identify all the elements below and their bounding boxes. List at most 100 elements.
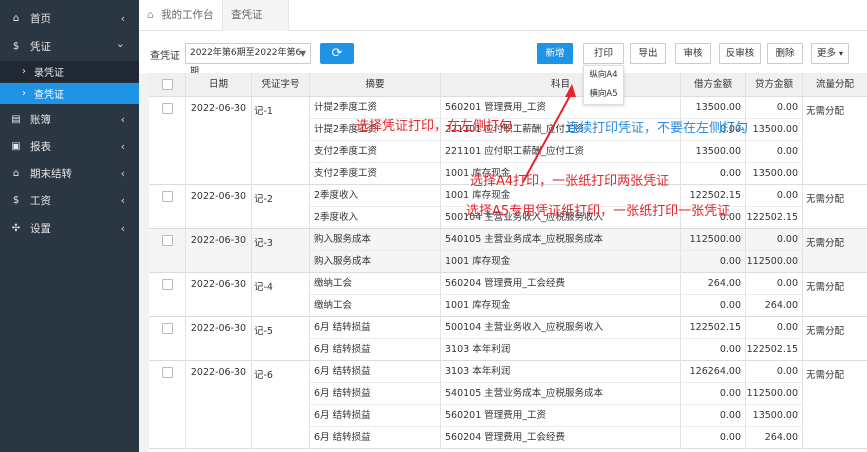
row-checkbox-wrap[interactable] (149, 279, 185, 290)
row-voucher: 记-6 (252, 361, 310, 449)
print-button[interactable]: 打印 (583, 43, 624, 64)
row-voucher: 记-5 (252, 317, 310, 361)
new-button[interactable]: 新增 (537, 43, 573, 64)
sidebar-item-query-voucher[interactable]: › 查凭证 (0, 83, 139, 104)
cell-account: 221101 应付职工薪酬_应付工资 (441, 141, 681, 163)
chevron-down-icon: ⌄ (115, 37, 125, 50)
row-checkbox-wrap[interactable] (149, 367, 185, 378)
export-button[interactable]: 导出 (630, 43, 666, 64)
table-row[interactable]: 2022-06-30 记-5 无需分配 6月 结转损益 500104 主营业务收入_应税… (149, 317, 867, 361)
row-select-cell (149, 361, 186, 449)
sidebar-item-label: 录凭证 (34, 68, 64, 79)
cell-credit: 0.00 (746, 141, 803, 163)
row-date-text: 2022-06-30 (190, 279, 247, 290)
row-select-cell (149, 273, 186, 317)
row-date-text: 2022-06-30 (190, 367, 247, 378)
row-checkbox[interactable] (161, 367, 173, 378)
row-date: 2022-06-30 (186, 97, 252, 185)
dollar-icon: $ (12, 41, 20, 52)
row-checkbox[interactable] (161, 323, 173, 334)
sidebar-item-home[interactable]: ⌂ 首页 ‹ (0, 6, 139, 31)
cell-account: 560204 管理费用_工会经费 (441, 273, 681, 295)
print-option-portrait-a4[interactable]: 纵向A4 (584, 66, 623, 85)
cell-credit: 0.00 (746, 317, 803, 339)
cell-account: 540105 主营业务成本_应税服务成本 (441, 383, 681, 405)
row-select-cell (149, 185, 186, 229)
row-voucher-text: 记-6 (254, 370, 273, 381)
row-date: 2022-06-30 (186, 317, 252, 361)
row-checkbox-wrap[interactable] (149, 191, 185, 202)
sidebar-item-reports[interactable]: ▣ 报表 ‹ (0, 134, 139, 159)
table-row[interactable]: 2022-06-30 记-6 无需分配 6月 结转损益 3103 本年利润 126264.… (149, 361, 867, 449)
row-date-text: 2022-06-30 (190, 235, 247, 246)
tab-workbench[interactable]: ⌂ 我的工作台 (139, 0, 223, 31)
refresh-button[interactable]: ⟳ (320, 43, 354, 64)
sidebar-item-settings[interactable]: ✣ 设置 ‹ (0, 216, 139, 241)
row-checkbox-wrap[interactable] (149, 235, 185, 246)
sidebar-item-voucher[interactable]: $ 凭证 ⌄ (0, 34, 139, 59)
cell-summary: 6月 结转损益 (310, 339, 441, 361)
more-button[interactable]: 更多 ▾ (811, 43, 849, 64)
chevron-left-icon: ‹ (120, 140, 125, 153)
cell-credit: 13500.00 (746, 163, 803, 185)
cell-debit: 0.00 (681, 295, 746, 317)
chevron-right-icon: › (22, 66, 26, 77)
audit-button[interactable]: 审核 (675, 43, 711, 64)
cell-summary: 购入服务成本 (310, 229, 441, 251)
sidebar-item-label: 账簿 (30, 114, 51, 126)
cell-credit: 13500.00 (746, 405, 803, 427)
sidebar-item-enter-voucher[interactable]: › 录凭证 (0, 61, 139, 82)
annotation-a5-print: 选择A5专用凭证纸打印，一张纸打印一张凭证 (466, 204, 731, 219)
period-select[interactable]: 2022年第6期至2022年第6期 ▼ (185, 43, 311, 77)
table-row[interactable]: 2022-06-30 记-4 无需分配 缴纳工会 560204 管理费用_工会经费 264… (149, 273, 867, 317)
chevron-down-icon: ▼ (299, 49, 306, 58)
sidebar-item-label: 设置 (30, 223, 51, 235)
row-checkbox[interactable] (161, 191, 173, 202)
row-flow: 无需分配 (803, 317, 867, 361)
row-checkbox-wrap[interactable] (149, 323, 185, 334)
print-option-landscape-a5[interactable]: 横向A5 (584, 85, 623, 104)
cell-debit: 13500.00 (681, 97, 746, 119)
cell-summary: 购入服务成本 (310, 251, 441, 273)
cell-debit: 13500.00 (681, 141, 746, 163)
sidebar-item-ledger[interactable]: ▤ 账簿 ‹ (0, 107, 139, 132)
table-header: 日期 凭证字号 摘要 科目 借方金额 贷方金额 流量分配 (149, 73, 867, 97)
sidebar: ⌂ 首页 ‹ $ 凭证 ⌄ › 录凭证 › 查凭证 ▤ 账簿 ‹ ▣ 报表 ‹ … (0, 0, 139, 452)
row-flow-text: 无需分配 (806, 106, 845, 117)
chevron-down-icon: ▾ (839, 49, 844, 58)
row-checkbox[interactable] (161, 235, 173, 246)
cell-credit: 0.00 (746, 229, 803, 251)
chevron-left-icon: ‹ (120, 12, 125, 25)
tab-label: 我的工作台 (161, 9, 214, 21)
row-date-text: 2022-06-30 (190, 103, 247, 114)
select-all-checkbox[interactable] (161, 79, 173, 90)
home-icon: ⌂ (147, 9, 154, 21)
header-credit: 贷方金额 (746, 73, 803, 97)
home-icon: ⌂ (12, 13, 20, 24)
row-flow-text: 无需分配 (806, 194, 845, 205)
sidebar-item-salary[interactable]: $ 工资 ‹ (0, 188, 139, 213)
sidebar-item-period-close[interactable]: ⌂ 期末结转 ‹ (0, 161, 139, 186)
unaudit-button[interactable]: 反审核 (719, 43, 761, 64)
more-label: 更多 (816, 48, 836, 59)
cell-account: 3103 本年利润 (441, 361, 681, 383)
cell-account: 560204 管理费用_工会经费 (441, 427, 681, 449)
cell-credit: 112500.00 (746, 251, 803, 273)
cell-credit: 122502.15 (746, 207, 803, 229)
cell-summary: 支付2季度工资 (310, 141, 441, 163)
row-date: 2022-06-30 (186, 185, 252, 229)
annotation-a4-print: 选择A4打印，一张纸打印两张凭证 (470, 174, 670, 189)
cell-summary: 6月 结转损益 (310, 361, 441, 383)
refresh-icon: ⟳ (331, 46, 343, 61)
delete-button[interactable]: 删除 (767, 43, 803, 64)
row-checkbox[interactable] (161, 103, 173, 114)
tab-query-voucher[interactable]: 查凭证 × (223, 0, 289, 52)
row-checkbox-wrap[interactable] (149, 103, 185, 114)
dollar-icon: $ (12, 195, 20, 206)
table-row[interactable]: 2022-06-30 记-3 无需分配 购入服务成本 540105 主营业务成本_应税服… (149, 229, 867, 273)
sidebar-item-label: 期末结转 (30, 168, 72, 180)
settings-icon: ✣ (11, 223, 21, 234)
row-select-cell (149, 97, 186, 185)
row-voucher: 记-3 (252, 229, 310, 273)
row-checkbox[interactable] (161, 279, 173, 290)
